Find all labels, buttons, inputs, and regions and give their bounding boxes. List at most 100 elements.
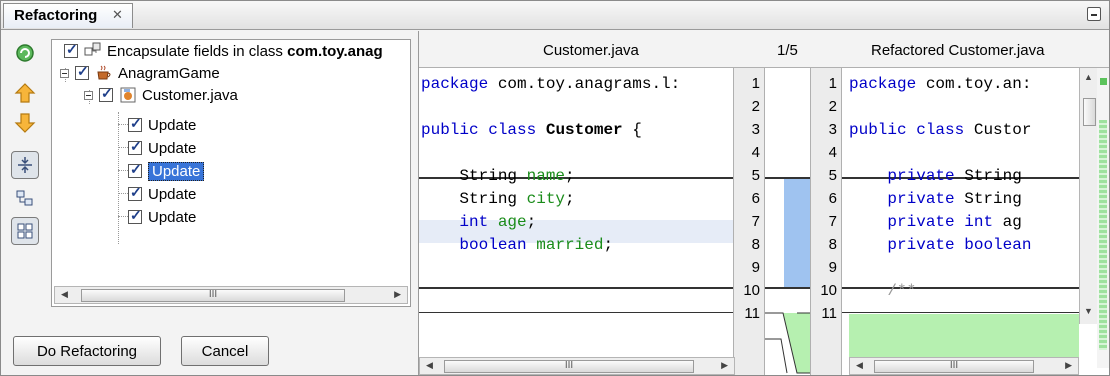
expand-toggle-icon[interactable] — [84, 90, 93, 100]
left-file-title: Customer.java — [543, 42, 639, 59]
code-line: public class Custor — [849, 121, 1032, 139]
root-checkbox[interactable] — [64, 41, 78, 58]
line-number: 10 — [820, 282, 837, 299]
root-label: Encapsulate fields in class com.toy.anag — [107, 42, 383, 60]
right-code-horizontal-scrollbar[interactable]: ◀ III ▶ — [849, 357, 1079, 375]
diff-view: Customer.java 1/5 Refactored Customer.ja… — [418, 31, 1109, 375]
file-label: Customer.java — [142, 86, 238, 104]
scroll-left-icon[interactable]: ◀ — [856, 360, 863, 371]
do-refactoring-button[interactable]: Do Refactoring — [13, 336, 161, 366]
tree-file[interactable]: Customer.java — [84, 84, 238, 106]
update-label: Update — [148, 208, 197, 226]
update-checkbox[interactable] — [128, 184, 142, 201]
project-checkbox[interactable] — [75, 63, 89, 80]
update-label: Update — [148, 116, 197, 134]
tree-update-item[interactable]: Update — [128, 206, 196, 228]
scroll-thumb[interactable]: III — [444, 360, 694, 373]
line-number: 5 — [828, 167, 837, 184]
tree-update-item[interactable]: Update — [128, 114, 196, 136]
line-number: 7 — [828, 213, 837, 230]
diff-counter: 1/5 — [777, 42, 798, 59]
panel-titlebar: Refactoring ✕ — [1, 1, 1109, 30]
scroll-thumb[interactable]: III — [81, 289, 345, 302]
scroll-down-icon[interactable]: ▼ — [1084, 306, 1093, 316]
minimize-icon[interactable] — [1087, 7, 1101, 21]
code-line: int age; — [459, 213, 537, 231]
arrow-down-icon[interactable] — [11, 109, 39, 137]
line-number: 1 — [751, 75, 760, 92]
line-number: 3 — [828, 121, 837, 138]
line-number: 8 — [828, 236, 837, 253]
scroll-right-icon[interactable]: ▶ — [1065, 360, 1072, 371]
line-number: 2 — [751, 98, 760, 115]
update-label: Update — [148, 185, 197, 203]
diff-vertical-scrollbar[interactable]: ▲ ▼ — [1079, 68, 1098, 324]
arrow-up-icon[interactable] — [11, 79, 39, 107]
update-checkbox[interactable] — [128, 115, 142, 132]
tree-horizontal-scrollbar[interactable]: ◀ III ▶ — [54, 286, 408, 304]
scroll-up-icon[interactable]: ▲ — [1084, 72, 1093, 82]
tree-update-item[interactable]: Update — [128, 160, 205, 182]
refactor-icon — [84, 42, 102, 60]
code-line: public class Customer { — [421, 121, 642, 139]
scroll-left-icon[interactable]: ◀ — [426, 360, 433, 371]
physical-view-icon[interactable] — [11, 217, 39, 245]
line-number: 1 — [828, 75, 837, 92]
tab-title: Refactoring — [14, 7, 98, 24]
line-number: 9 — [751, 259, 760, 276]
collapse-icon[interactable] — [11, 151, 39, 179]
tab-refactoring[interactable]: Refactoring ✕ — [3, 3, 133, 28]
line-number: 9 — [828, 259, 837, 276]
close-icon[interactable]: ✕ — [112, 7, 123, 23]
line-number: 3 — [751, 121, 760, 138]
file-checkbox[interactable] — [99, 85, 113, 102]
code-line: private boolean — [887, 236, 1032, 254]
line-number: 4 — [828, 144, 837, 161]
diff-header: Customer.java 1/5 Refactored Customer.ja… — [419, 31, 1109, 68]
scroll-left-icon[interactable]: ◀ — [61, 289, 68, 300]
update-checkbox[interactable] — [128, 161, 142, 178]
project-label: AnagramGame — [118, 64, 220, 82]
line-number: 7 — [751, 213, 760, 230]
coffee-cup-icon — [95, 64, 113, 82]
line-number: 4 — [751, 144, 760, 161]
line-number: 10 — [743, 282, 760, 299]
refactoring-panel: Refactoring ✕ ✓ Encapsulate fields in cl… — [0, 0, 1110, 376]
update-label: Update — [148, 161, 205, 181]
scroll-right-icon[interactable]: ▶ — [394, 289, 401, 300]
tree-update-item[interactable]: Update — [128, 137, 196, 159]
code-line: package com.toy.anagrams.l: — [421, 75, 681, 93]
error-stripe — [1097, 68, 1109, 368]
line-number: 11 — [821, 305, 837, 322]
logical-view-icon[interactable] — [11, 185, 39, 213]
line-number: 6 — [751, 190, 760, 207]
vertical-scroll-thumb[interactable] — [1083, 98, 1096, 126]
right-line-gutter: 1 2 3 4 5 6 7 8 9 10 11 — [810, 68, 842, 375]
code-line: /** — [887, 282, 917, 300]
update-checkbox[interactable] — [128, 138, 142, 155]
update-label: Update — [148, 139, 197, 157]
code-line: private int ag — [887, 213, 1022, 231]
line-number: 2 — [828, 98, 837, 115]
java-class-icon — [119, 86, 137, 104]
line-number: 5 — [751, 167, 760, 184]
code-line: boolean married; — [459, 236, 614, 254]
change-marker — [784, 177, 810, 289]
tree-update-item[interactable]: Update — [128, 183, 196, 205]
left-code-horizontal-scrollbar[interactable]: ◀ III ▶ — [419, 357, 735, 375]
scroll-right-icon[interactable]: ▶ — [721, 360, 728, 371]
code-line: private String — [887, 167, 1022, 185]
right-file-title: Refactored Customer.java — [871, 42, 1045, 59]
scroll-thumb[interactable]: III — [874, 360, 1034, 373]
line-number: 8 — [751, 236, 760, 253]
refresh-icon[interactable] — [11, 39, 39, 67]
cancel-button[interactable]: Cancel — [181, 336, 269, 366]
line-number: 11 — [744, 305, 760, 322]
tree-root[interactable]: Encapsulate fields in class com.toy.anag — [64, 40, 383, 62]
update-checkbox[interactable] — [128, 207, 142, 224]
expand-toggle-icon[interactable] — [60, 68, 69, 78]
diff-connector — [763, 312, 817, 374]
code-line: private String — [887, 190, 1022, 208]
tree-project[interactable]: AnagramGame — [60, 62, 220, 84]
left-line-gutter: 1 2 3 4 5 6 7 8 9 10 11 — [733, 68, 765, 375]
